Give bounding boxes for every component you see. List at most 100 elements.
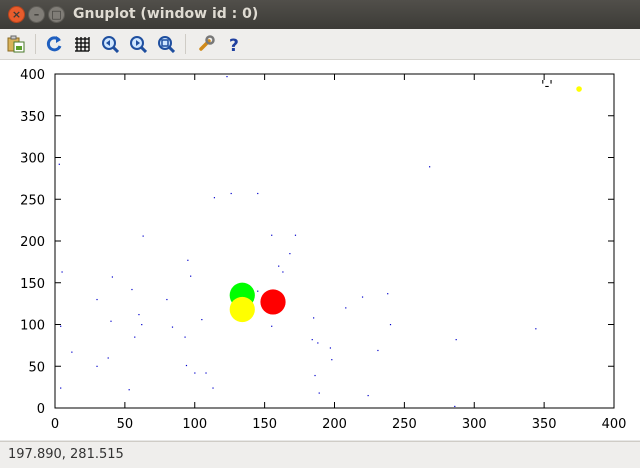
x-tick-label: 50	[117, 417, 134, 432]
data-point	[257, 290, 259, 292]
help-button[interactable]: ?	[223, 33, 245, 55]
data-point	[213, 197, 216, 199]
close-icon: ×	[11, 8, 22, 21]
minimize-icon: –	[33, 8, 40, 21]
data-point	[289, 253, 291, 255]
data-point	[201, 318, 203, 321]
data-point	[61, 271, 63, 273]
zoom-previous-icon	[102, 36, 119, 53]
data-point	[111, 276, 113, 278]
data-point	[141, 324, 143, 326]
data-point	[313, 317, 315, 319]
y-tick-label: 200	[20, 235, 45, 250]
x-tick-label: 300	[462, 417, 487, 432]
data-point	[387, 293, 389, 295]
grid-icon	[75, 37, 90, 52]
close-window-button[interactable]: ×	[8, 6, 25, 23]
wrench-icon	[199, 35, 215, 51]
data-point	[314, 374, 316, 377]
data-point	[110, 320, 112, 322]
y-tick-label: 0	[37, 402, 45, 417]
marker-circle	[260, 289, 286, 315]
x-tick-label: 150	[252, 417, 277, 432]
window-title: Gnuplot (window id : 0)	[73, 6, 259, 22]
data-point	[60, 325, 62, 327]
data-point	[361, 296, 364, 298]
replot-button[interactable]	[43, 33, 65, 55]
autoscale-button[interactable]	[155, 33, 177, 55]
cursor-coordinates: 197.890, 281.515	[8, 447, 124, 462]
y-tick-label: 150	[20, 277, 45, 292]
data-point	[194, 372, 196, 374]
marker-circle	[229, 296, 255, 323]
scatter-plot[interactable]: 0 50 100 150 200 250 300 350 400 0 50 100 150 200 250…	[0, 60, 640, 440]
help-icon: ?	[229, 36, 239, 53]
data-point	[128, 389, 130, 391]
data-point	[389, 324, 392, 326]
settings-button[interactable]	[195, 33, 217, 55]
data-point	[311, 339, 313, 341]
data-point	[345, 307, 347, 309]
x-tick-label: 100	[182, 417, 207, 432]
toolbar: ?	[0, 29, 640, 60]
data-point	[205, 372, 207, 374]
data-point	[257, 192, 259, 195]
x-tick-label: 400	[602, 417, 627, 432]
y-axis: 0 50 100 150 200 250 300 350 400	[20, 68, 614, 417]
maximize-icon: □	[51, 8, 62, 21]
data-point	[230, 192, 232, 195]
x-axis: 0 50 100 150 200 250 300 350 400	[51, 74, 627, 432]
minimize-window-button[interactable]: –	[28, 6, 45, 23]
data-point	[185, 364, 188, 367]
data-dots	[58, 76, 537, 408]
data-point	[187, 259, 189, 261]
data-point	[454, 405, 456, 408]
data-point	[107, 357, 109, 359]
data-point	[271, 325, 273, 327]
copy-to-clipboard-button[interactable]	[5, 33, 27, 55]
data-point	[329, 347, 332, 349]
refresh-icon	[46, 36, 62, 52]
data-point	[138, 313, 140, 316]
zoom-autoscale-icon	[158, 36, 175, 53]
data-point	[190, 275, 192, 277]
data-point	[278, 265, 280, 267]
data-point	[142, 235, 144, 237]
y-tick-label: 50	[28, 360, 45, 375]
data-point	[294, 234, 297, 236]
data-point	[212, 387, 214, 389]
data-point	[282, 271, 284, 273]
status-bar: 197.890, 281.515	[0, 441, 640, 468]
plot-border	[54, 73, 615, 409]
data-point	[60, 387, 62, 389]
data-point	[71, 351, 73, 353]
maximize-window-button[interactable]: □	[48, 6, 65, 23]
toggle-grid-button[interactable]	[71, 33, 93, 55]
previous-zoom-button[interactable]	[99, 33, 121, 55]
title-bar: × – □ Gnuplot (window id : 0)	[0, 0, 640, 29]
marker-circle	[576, 86, 582, 92]
data-point	[455, 339, 457, 341]
y-tick-label: 350	[20, 110, 45, 125]
data-point	[226, 76, 228, 78]
data-point	[96, 298, 98, 301]
data-point	[58, 163, 60, 165]
x-tick-label: 350	[532, 417, 557, 432]
y-tick-label: 100	[20, 319, 45, 334]
next-zoom-button[interactable]	[127, 33, 149, 55]
data-point	[271, 234, 273, 236]
data-point	[317, 342, 319, 344]
data-point	[535, 328, 537, 330]
x-tick-label: 0	[51, 417, 59, 432]
data-point	[96, 365, 98, 367]
y-tick-label: 250	[20, 193, 45, 208]
data-point	[171, 326, 174, 328]
data-point	[166, 298, 168, 301]
svg-text:?: ?	[229, 36, 239, 53]
clipboard-icon	[7, 35, 25, 53]
y-tick-label: 300	[20, 152, 45, 167]
plot-canvas[interactable]: 0 50 100 150 200 250 300 350 400 0 50 100 150 200 250…	[0, 60, 640, 440]
legend-sample-label: '-'	[541, 79, 553, 94]
data-point	[318, 392, 320, 394]
data-point	[131, 288, 133, 291]
